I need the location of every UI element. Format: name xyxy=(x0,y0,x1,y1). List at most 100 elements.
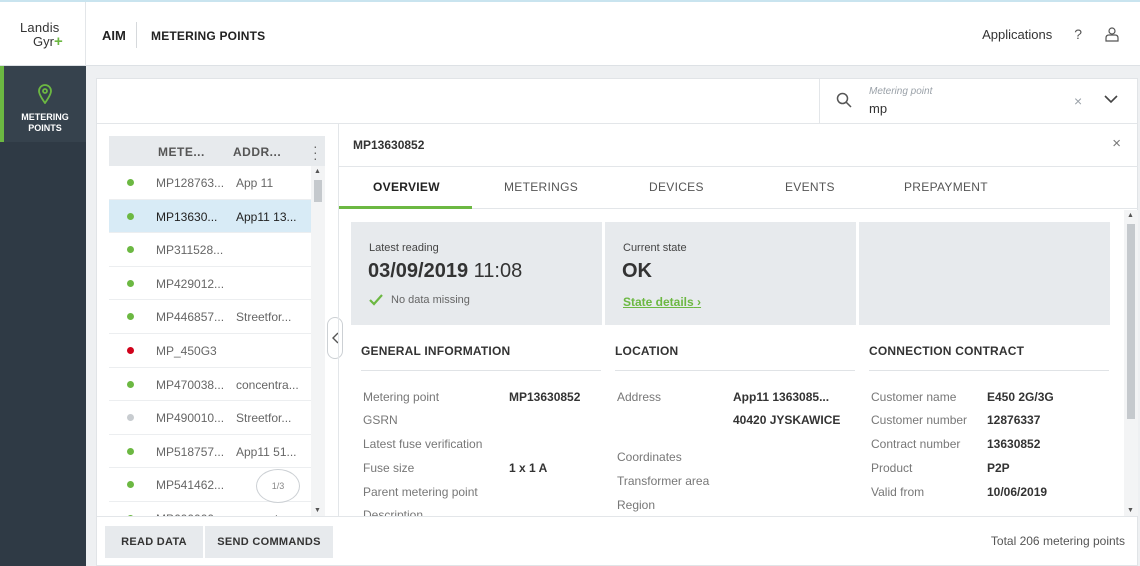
detail-panel: MP13630852 × OVERVIEW METERINGS DEVICES … xyxy=(338,124,1138,516)
nav-item-label: METERING POINTS xyxy=(21,112,69,133)
address-field: Address xyxy=(617,390,662,404)
list-scroll-thumb[interactable] xyxy=(314,180,322,202)
search-input[interactable]: mp xyxy=(869,101,887,116)
list-item[interactable]: MP518757... App11 51... xyxy=(109,435,311,469)
logo-plus: + xyxy=(53,33,63,50)
current-state-label: Current state xyxy=(623,242,687,254)
general-information-heading: GENERAL INFORMATION xyxy=(361,344,601,371)
list-item[interactable]: MP600000...concentra... xyxy=(109,502,311,516)
data-status: No data missing xyxy=(369,294,470,306)
list-item[interactable]: MP13630... App11 13... xyxy=(109,199,311,234)
region-field: Region xyxy=(617,498,656,512)
customer-name-value: E450 2G/3G xyxy=(987,390,1054,404)
contract-number-field: Contract number xyxy=(871,437,961,451)
chevron-down-icon[interactable] xyxy=(1103,91,1119,107)
address-line1: App11 1363085... xyxy=(733,390,830,404)
latest-reading-tile: Latest reading 03/09/2019 11:08 No data … xyxy=(351,222,602,325)
scroll-down-icon[interactable]: ▼ xyxy=(1127,507,1134,514)
metering-point-search[interactable]: Metering point mp × xyxy=(819,79,1137,123)
page-title: METERING POINTS xyxy=(151,29,266,43)
scroll-up-icon[interactable]: ▲ xyxy=(1127,212,1134,219)
address-cell: Streetfor... xyxy=(236,411,292,426)
column-options-icon[interactable]: · · · xyxy=(313,139,318,165)
status-dot xyxy=(127,380,134,388)
status-dot xyxy=(127,279,134,287)
empty-tile xyxy=(859,222,1110,325)
send-commands-button[interactable]: SEND COMMANDS xyxy=(205,526,333,558)
list-scrollbar[interactable]: ▲ ▼ xyxy=(311,166,325,516)
metering-point-id: MP128763... xyxy=(156,176,225,190)
column-header-address[interactable]: ADDR... xyxy=(233,145,281,159)
list-item[interactable]: MP446857... Streetfor... xyxy=(109,300,311,334)
scroll-up-icon[interactable]: ▲ xyxy=(314,168,321,175)
location-heading: LOCATION xyxy=(615,344,855,371)
list-item[interactable]: MP429012... xyxy=(109,267,311,301)
latest-reading-label: Latest reading xyxy=(369,242,439,254)
gsrn-field: GSRN xyxy=(363,413,398,427)
tab-overview[interactable]: OVERVIEW xyxy=(373,180,440,194)
address-cell: App11 13... xyxy=(236,209,297,224)
active-tab-indicator xyxy=(339,206,472,209)
logo-text-line2: Gyr+ xyxy=(33,33,63,50)
header-divider xyxy=(136,22,137,48)
column-header-metering-point[interactable]: METE... xyxy=(158,145,205,159)
current-state-tile: Current state OK State details › xyxy=(605,222,856,325)
list-item[interactable]: MP490010... Streetfor... xyxy=(109,401,311,435)
metering-point-id: MP470038... xyxy=(156,377,225,392)
metering-point-id: MP446857... xyxy=(156,310,225,325)
product-value: P2P xyxy=(987,461,1010,475)
parent-metering-point-field: Parent metering point xyxy=(363,485,478,499)
page-indicator: 1/3 xyxy=(256,469,300,503)
metering-point-field: Metering point xyxy=(363,390,440,404)
address-cell: App 11 xyxy=(236,176,274,190)
state-details-link[interactable]: State details › xyxy=(623,295,701,309)
transformer-area-field: Transformer area xyxy=(617,474,710,488)
landis-gyr-logo[interactable]: Landis Gyr+ xyxy=(0,2,86,66)
metering-point-id: MP429012... xyxy=(156,276,225,291)
content-scrollbar[interactable]: ▲ ▼ xyxy=(1124,210,1138,516)
list-item[interactable]: MP311528... xyxy=(109,233,311,267)
top-bar: Landis Gyr+ AIM METERING POINTS Applicat… xyxy=(0,0,1140,66)
status-dot xyxy=(127,447,134,455)
metering-point-id: MP518757... xyxy=(156,444,225,459)
nav-item-metering-points[interactable]: METERING POINTS xyxy=(0,66,86,142)
current-state-value: OK xyxy=(622,260,652,282)
list-header: METE... ADDR... · · · xyxy=(109,136,325,166)
fuse-size-value: 1 x 1 A xyxy=(509,461,548,475)
coordinates-field: Coordinates xyxy=(617,450,682,464)
tab-events[interactable]: EVENTS xyxy=(785,180,835,194)
close-icon[interactable]: × xyxy=(1112,135,1121,152)
address-line2: 40420 JYSKAWICE xyxy=(733,413,841,427)
search-icon xyxy=(836,92,852,108)
address-cell: concentra... xyxy=(236,377,299,392)
list-item[interactable]: MP128763... App 11 xyxy=(109,166,311,200)
help-icon[interactable]: ? xyxy=(1074,26,1082,42)
scroll-down-icon[interactable]: ▼ xyxy=(314,507,321,514)
tab-prepayment[interactable]: PREPAYMENT xyxy=(904,180,988,194)
detail-title: MP13630852 xyxy=(353,138,425,152)
clear-icon[interactable]: × xyxy=(1074,93,1082,109)
general-information-section: GENERAL INFORMATION xyxy=(361,344,601,371)
read-data-button[interactable]: READ DATA xyxy=(105,526,203,558)
description-field: Description xyxy=(363,508,424,516)
connection-contract-heading: CONNECTION CONTRACT xyxy=(869,344,1109,371)
list-item[interactable]: MP470038... concentra... xyxy=(109,368,311,402)
total-count: Total 206 metering points xyxy=(990,534,1125,548)
app-name[interactable]: AIM xyxy=(102,28,126,43)
list-item[interactable]: MP_450G3 xyxy=(109,334,311,368)
tab-devices[interactable]: DEVICES xyxy=(649,180,704,194)
content-scroll-thumb[interactable] xyxy=(1127,224,1135,419)
customer-number-value: 12876337 xyxy=(987,413,1041,427)
tab-meterings[interactable]: METERINGS xyxy=(504,180,578,194)
metering-point-id: MP541462... xyxy=(156,478,225,493)
status-dot xyxy=(127,246,134,254)
fuse-verification-field: Latest fuse verification xyxy=(363,437,483,451)
metering-point-id: MP311528... xyxy=(156,243,224,258)
search-placeholder: Metering point xyxy=(869,86,933,97)
customer-number-field: Customer number xyxy=(871,413,968,427)
valid-from-value: 10/06/2019 xyxy=(987,485,1048,499)
customer-name-field: Customer name xyxy=(871,390,957,404)
left-navigation: METERING POINTS xyxy=(0,66,86,566)
user-icon[interactable] xyxy=(1104,26,1120,42)
applications-link[interactable]: Applications xyxy=(982,27,1052,42)
